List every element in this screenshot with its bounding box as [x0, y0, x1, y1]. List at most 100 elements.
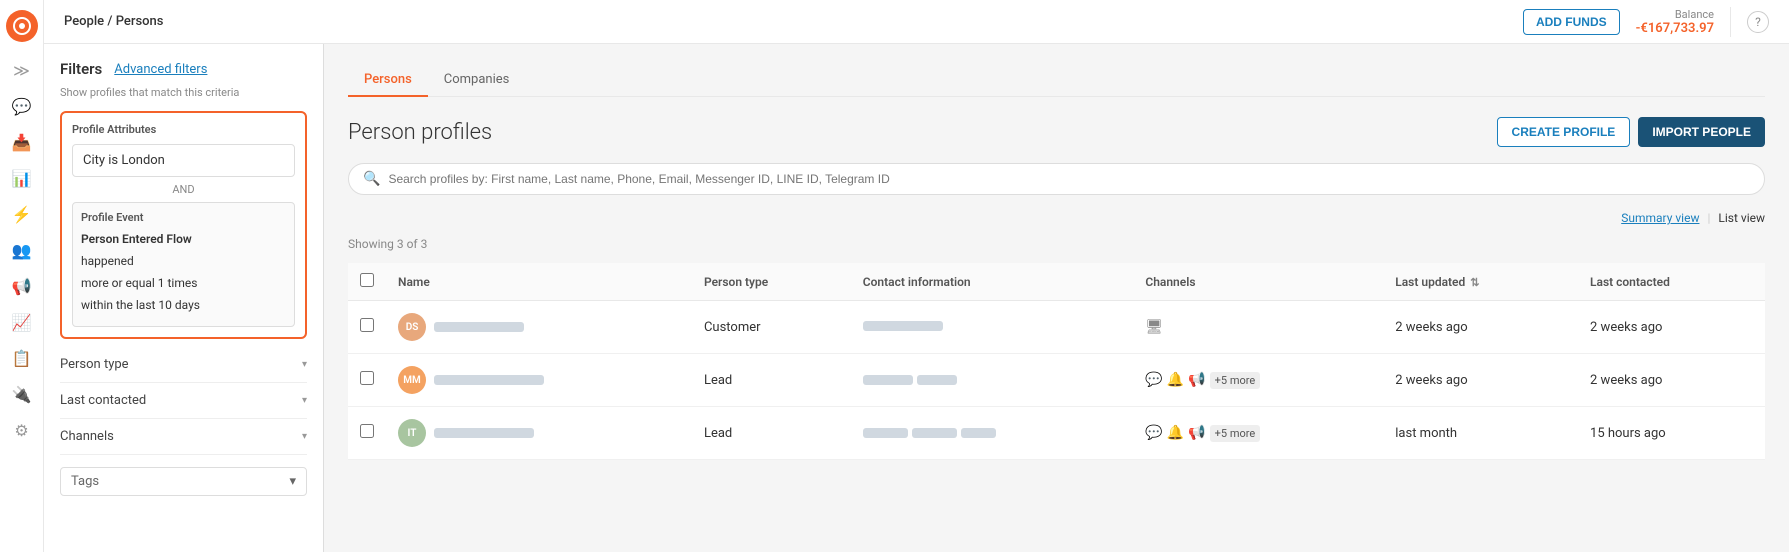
channel-broadcast-icon: 📢 [1188, 372, 1205, 388]
row-contact-info [851, 301, 1134, 354]
name-cell: DS [398, 313, 680, 341]
nav-reports-icon[interactable]: 📊 [6, 162, 38, 194]
tab-persons[interactable]: Persons [348, 64, 428, 97]
nav-analytics-icon[interactable]: 📈 [6, 306, 38, 338]
row-checkbox[interactable] [360, 371, 374, 385]
person-type-dropdown[interactable]: Person type ▾ [60, 347, 307, 383]
balance-label: Balance [1636, 8, 1714, 21]
name-cell: MM [398, 366, 680, 394]
col-last-contacted: Last contacted [1578, 263, 1765, 301]
nav-settings-icon[interactable]: ⚙ [6, 414, 38, 446]
avatar: IT [398, 419, 426, 447]
content-area: Persons Companies Person profiles CREATE… [324, 44, 1789, 552]
add-funds-button[interactable]: ADD FUNDS [1523, 9, 1620, 35]
search-input[interactable] [388, 172, 1750, 186]
list-view-label[interactable]: List view [1718, 211, 1765, 225]
advanced-filters-link[interactable]: Advanced filters [114, 62, 207, 77]
channel-monitor-icon: 🖥 [1145, 319, 1163, 335]
name-cell: IT [398, 419, 680, 447]
profiles-table: Name Person type Contact information Cha… [348, 263, 1765, 460]
channel-bell-icon: 🔔 [1167, 425, 1184, 441]
col-channels: Channels [1133, 263, 1383, 301]
tab-companies[interactable]: Companies [428, 64, 526, 97]
row-checkbox-cell [348, 407, 386, 460]
col-last-updated: Last updated ⇅ [1383, 263, 1578, 301]
person-type-label: Person type [60, 357, 129, 372]
nav-contacts-icon[interactable]: 📋 [6, 342, 38, 374]
city-filter[interactable]: City is London [72, 144, 295, 177]
event-name-row: Person Entered Flow [81, 230, 286, 248]
filter-panel: Filters Advanced filters Show profiles t… [44, 44, 324, 552]
nav-expand-icon[interactable]: ≫ [6, 54, 38, 86]
tags-label: Tags [71, 474, 99, 489]
person-type-chevron: ▾ [302, 359, 307, 370]
contact-info-text3 [961, 428, 996, 438]
row-name-cell: MM [386, 354, 692, 407]
row-person-type: Lead [692, 407, 851, 460]
row-contact-info [851, 407, 1134, 460]
row-last-updated: 2 weeks ago [1383, 301, 1578, 354]
balance-section: Balance -€167,733.97 [1636, 8, 1714, 36]
and-label: AND [72, 183, 295, 196]
channels-label: Channels [60, 429, 114, 444]
view-divider: | [1707, 211, 1710, 225]
page-title-row: Person profiles CREATE PROFILE IMPORT PE… [348, 117, 1765, 147]
col-checkbox [348, 263, 386, 301]
col-person-type: Person type [692, 263, 851, 301]
row-person-type: Customer [692, 301, 851, 354]
import-people-button[interactable]: IMPORT PEOPLE [1638, 117, 1765, 147]
contact-info-text [863, 428, 908, 438]
row-checkbox[interactable] [360, 424, 374, 438]
icon-sidebar: ≫ 💬 📥 📊 ⚡ 👥 📢 📈 📋 🔌 ⚙ [0, 0, 44, 552]
channels-dropdown[interactable]: Channels ▾ [60, 419, 307, 455]
select-all-checkbox[interactable] [360, 273, 374, 287]
more-channels-badge: +5 more [1210, 425, 1261, 442]
showing-count: Showing 3 of 3 [348, 237, 1765, 251]
last-contacted-dropdown[interactable]: Last contacted ▾ [60, 383, 307, 419]
row-checkbox-cell [348, 354, 386, 407]
create-profile-button[interactable]: CREATE PROFILE [1497, 117, 1631, 147]
breadcrumb-persons: Persons [116, 14, 164, 29]
last-contacted-label: Last contacted [60, 393, 146, 408]
avatar: DS [398, 313, 426, 341]
name-text [434, 322, 524, 332]
row-channels: 💬 🔔 📢 +5 more [1133, 354, 1383, 407]
row-name-cell: DS [386, 301, 692, 354]
profile-event-box: Profile Event Person Entered Flow happen… [72, 202, 295, 327]
name-text [434, 428, 534, 438]
channel-icons: 💬 🔔 📢 +5 more [1145, 372, 1371, 389]
channel-chat-icon: 💬 [1145, 425, 1162, 441]
more-channels-badge: +5 more [1210, 372, 1261, 389]
contact-info-text [863, 321, 943, 331]
help-icon[interactable]: ? [1747, 11, 1769, 33]
tags-chevron: ▾ [289, 474, 296, 489]
row-channels: 💬 🔔 📢 +5 more [1133, 407, 1383, 460]
nav-inbox-icon[interactable]: 📥 [6, 126, 38, 158]
event-within: within the last 10 days [81, 296, 286, 314]
balance-amount: -€167,733.97 [1636, 21, 1714, 36]
row-name-cell: IT [386, 407, 692, 460]
row-checkbox-cell [348, 301, 386, 354]
name-text [434, 375, 544, 385]
tags-dropdown[interactable]: Tags ▾ [60, 467, 307, 496]
contact-info-text2 [917, 375, 957, 385]
breadcrumb-people: People [64, 14, 104, 29]
nav-people-icon[interactable]: 👥 [6, 234, 38, 266]
breadcrumb: People / Persons [64, 14, 163, 29]
search-icon: 🔍 [363, 171, 380, 187]
filter-header: Filters Advanced filters [60, 60, 307, 78]
nav-integrations-icon[interactable]: 🔌 [6, 378, 38, 410]
filters-title: Filters [60, 60, 102, 78]
table-row[interactable]: MM Lead [348, 354, 1765, 407]
row-checkbox[interactable] [360, 318, 374, 332]
row-last-updated: 2 weeks ago [1383, 354, 1578, 407]
filter-subtitle: Show profiles that match this criteria [60, 86, 307, 99]
table-row[interactable]: DS Customer 🖥 [348, 301, 1765, 354]
breadcrumb-sep: / [107, 14, 115, 29]
avatar: MM [398, 366, 426, 394]
nav-chat-icon[interactable]: 💬 [6, 90, 38, 122]
nav-campaigns-icon[interactable]: 📢 [6, 270, 38, 302]
table-row[interactable]: IT Lead [348, 407, 1765, 460]
nav-flows-icon[interactable]: ⚡ [6, 198, 38, 230]
summary-view-link[interactable]: Summary view [1621, 211, 1699, 225]
